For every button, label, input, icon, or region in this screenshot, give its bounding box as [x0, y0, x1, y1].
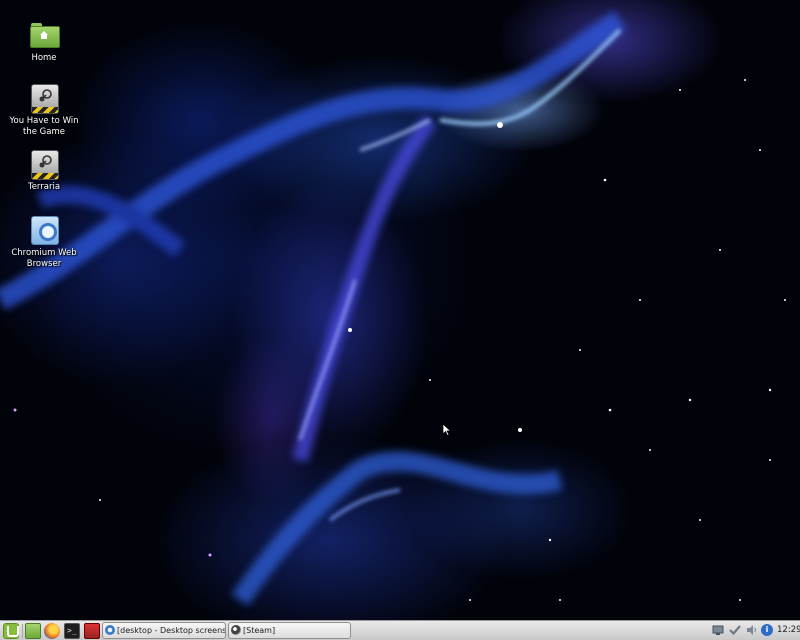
taskbar-task-desktop[interactable]: [desktop - Desktop screens...: [102, 622, 226, 639]
mint-menu-icon[interactable]: [3, 623, 19, 639]
desktop-icon-chromium[interactable]: Chromium Web Browser: [4, 215, 84, 270]
desktop-wallpaper: [0, 0, 800, 620]
info-glyph: i: [765, 625, 769, 634]
desktop-icon-label: Chromium Web Browser: [11, 248, 77, 269]
taskbar: >_ [desktop - Desktop screens... [Steam]…: [0, 620, 800, 640]
terminal-glyph: >_: [67, 626, 77, 635]
taskbar-task-steam[interactable]: [Steam]: [228, 622, 351, 639]
info-icon[interactable]: i: [761, 624, 773, 636]
steam-game-icon: [29, 149, 59, 180]
desktop-icon-you-have-to-win-the-game[interactable]: You Have to Win the Game: [4, 83, 84, 138]
mouse-cursor-icon: [443, 424, 451, 436]
steam-icon: [231, 625, 241, 635]
task-label: [desktop - Desktop screens...: [117, 626, 226, 635]
desktop-icon-label: You Have to Win the Game: [9, 116, 79, 137]
chromium-icon: [105, 625, 115, 635]
nebula-stars: [0, 10, 786, 606]
network-icon[interactable]: [712, 624, 724, 636]
app-launcher-icon[interactable]: [84, 623, 100, 639]
update-manager-icon[interactable]: [729, 624, 741, 636]
chromium-icon: [29, 215, 59, 245]
task-label: [Steam]: [243, 626, 276, 635]
desktop-icon-label: Terraria: [27, 182, 61, 192]
home-folder-icon: [29, 20, 60, 50]
volume-icon[interactable]: [746, 624, 758, 636]
file-manager-icon[interactable]: [25, 623, 41, 639]
terminal-icon[interactable]: >_: [64, 623, 80, 639]
clock[interactable]: 12:29: [777, 621, 800, 640]
steam-game-icon: [29, 83, 59, 114]
desktop-icon-label: Home: [31, 53, 57, 63]
desktop-icon-terraria[interactable]: Terraria: [4, 149, 84, 193]
taskbar-separator: [22, 624, 23, 638]
desktop-icon-home[interactable]: Home: [4, 20, 84, 64]
firefox-icon[interactable]: [44, 623, 60, 639]
